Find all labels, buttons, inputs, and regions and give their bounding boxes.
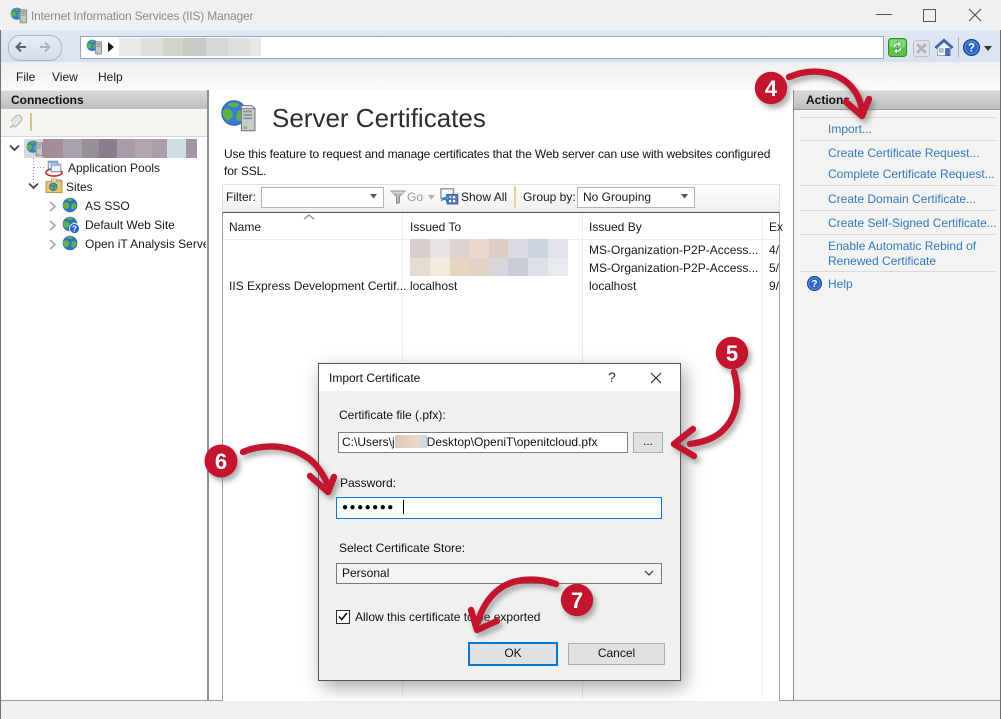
svg-text:?: ? (968, 43, 975, 55)
svg-text:?: ? (811, 279, 817, 290)
svg-text:?: ? (72, 224, 77, 233)
